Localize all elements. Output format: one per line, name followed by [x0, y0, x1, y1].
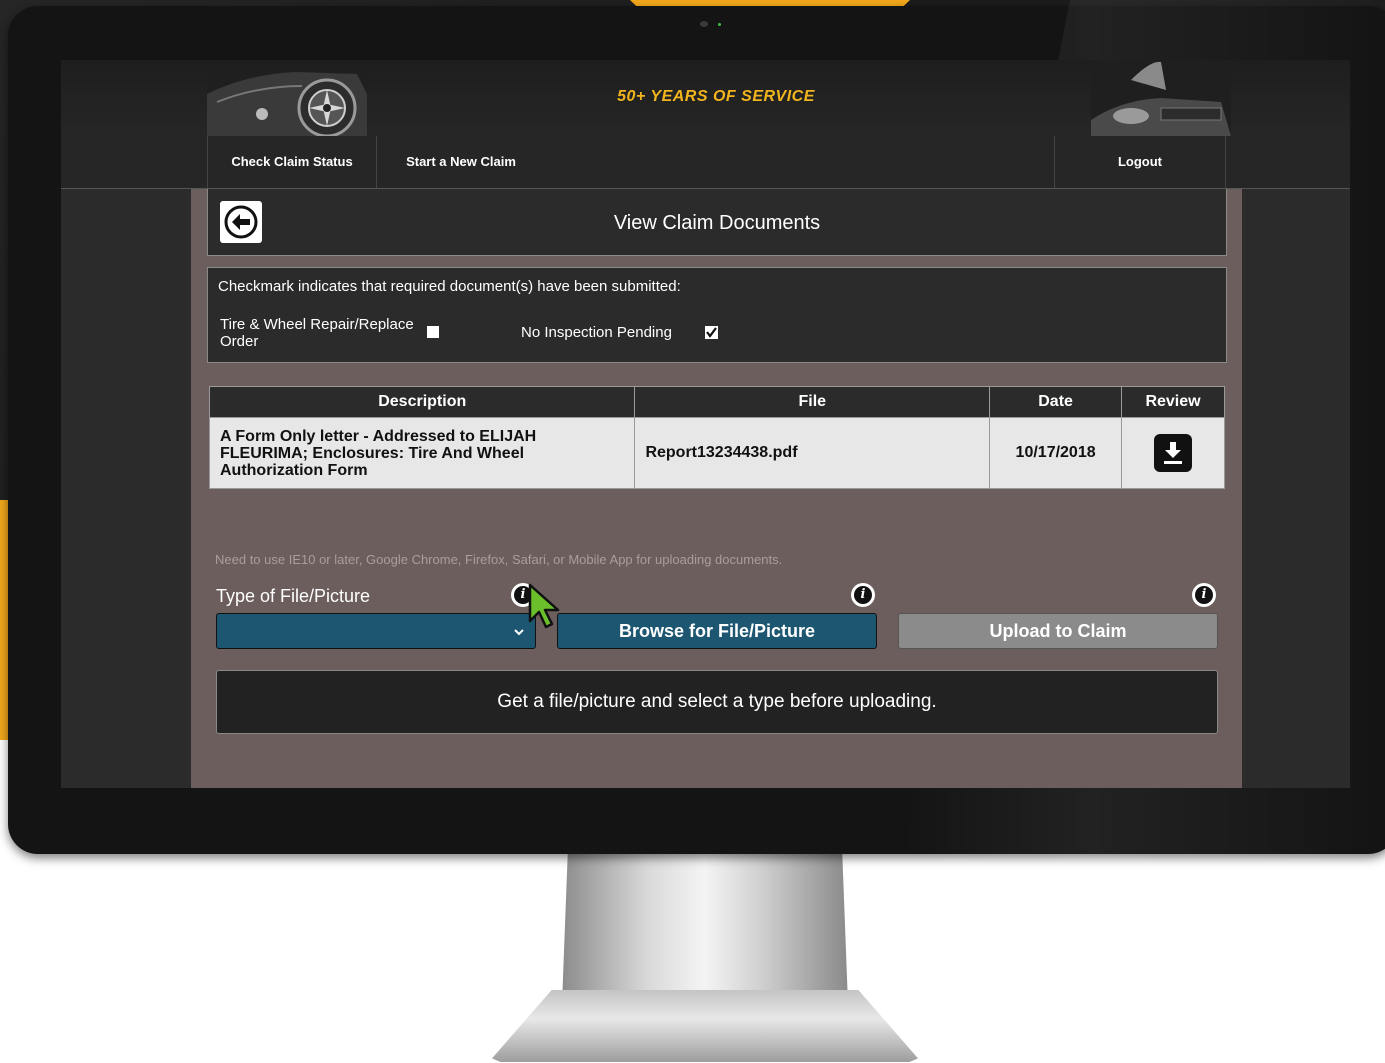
main-content: View Claim Documents Checkmark indicates… [191, 189, 1242, 788]
file-type-label: Type of File/Picture [216, 586, 371, 606]
cell-review [1121, 417, 1225, 489]
info-icon[interactable]: i [851, 583, 875, 607]
download-button[interactable] [1154, 434, 1193, 472]
site-header: 50+ YEARS OF SERVICE [61, 60, 1350, 136]
required-documents-panel: Checkmark indicates that required docume… [207, 267, 1227, 363]
column-header-file: File [634, 386, 991, 418]
checkbox-no-inspection [705, 326, 718, 339]
camera-led [718, 23, 721, 26]
nav-start-new-claim[interactable]: Start a New Claim [377, 136, 545, 188]
table-header-row: Description File Date Review [208, 386, 1225, 418]
stage: 50+ YEARS OF SERVICE Check Claim Status … [0, 0, 1385, 1063]
column-header-description: Description [208, 386, 636, 418]
table-row: A Form Only letter - Addressed to ELIJAH… [208, 417, 1225, 489]
download-icon [1164, 442, 1183, 464]
nav-logout[interactable]: Logout [1055, 136, 1225, 188]
checklist-intro: Checkmark indicates that required docume… [218, 278, 681, 295]
screen: 50+ YEARS OF SERVICE Check Claim Status … [61, 60, 1350, 788]
car-photo-icon [1091, 60, 1231, 136]
chevron-down-icon [514, 629, 524, 636]
cell-date: 10/17/2018 [989, 417, 1123, 489]
column-header-review: Review [1121, 386, 1225, 418]
checklist-label-no-inspection: No Inspection Pending [521, 324, 672, 341]
page-title: View Claim Documents [613, 212, 821, 234]
mouse-pointer-icon [528, 583, 560, 629]
tagline: 50+ YEARS OF SERVICE [617, 88, 815, 105]
checkbox-repair-order [427, 326, 439, 338]
browse-file-button[interactable]: Browse for File/Picture [557, 613, 877, 649]
cell-file: Report13234438.pdf [634, 417, 991, 489]
browser-hint: Need to use IE10 or later, Google Chrome… [215, 552, 783, 567]
camera-icon [700, 21, 708, 27]
info-icon[interactable]: i [1192, 583, 1216, 607]
file-type-select[interactable] [216, 613, 536, 649]
right-gutter [1242, 189, 1350, 788]
checklist-label-repair-order: Tire & Wheel Repair/Replace Order [220, 316, 414, 350]
left-gutter [61, 189, 191, 788]
status-message-text: Get a file/picture and select a type bef… [497, 691, 937, 712]
cell-description: A Form Only letter - Addressed to ELIJAH… [208, 417, 636, 489]
monitor-stand-base [492, 990, 918, 1062]
monitor-stand-neck [562, 854, 848, 1004]
page-title-bar: View Claim Documents [207, 189, 1227, 256]
upload-to-claim-button[interactable]: Upload to Claim [898, 613, 1218, 649]
checkmark-icon [706, 327, 717, 338]
main-nav: Check Claim Status Start a New Claim Log… [61, 136, 1350, 189]
nav-divider [1225, 136, 1226, 188]
nav-check-claim-status[interactable]: Check Claim Status [208, 136, 376, 188]
column-header-date: Date [989, 386, 1123, 418]
documents-table: Description File Date Review A Form Only… [208, 386, 1225, 489]
wheel-photo-icon [207, 64, 367, 136]
upload-status-message: Get a file/picture and select a type bef… [216, 670, 1218, 734]
